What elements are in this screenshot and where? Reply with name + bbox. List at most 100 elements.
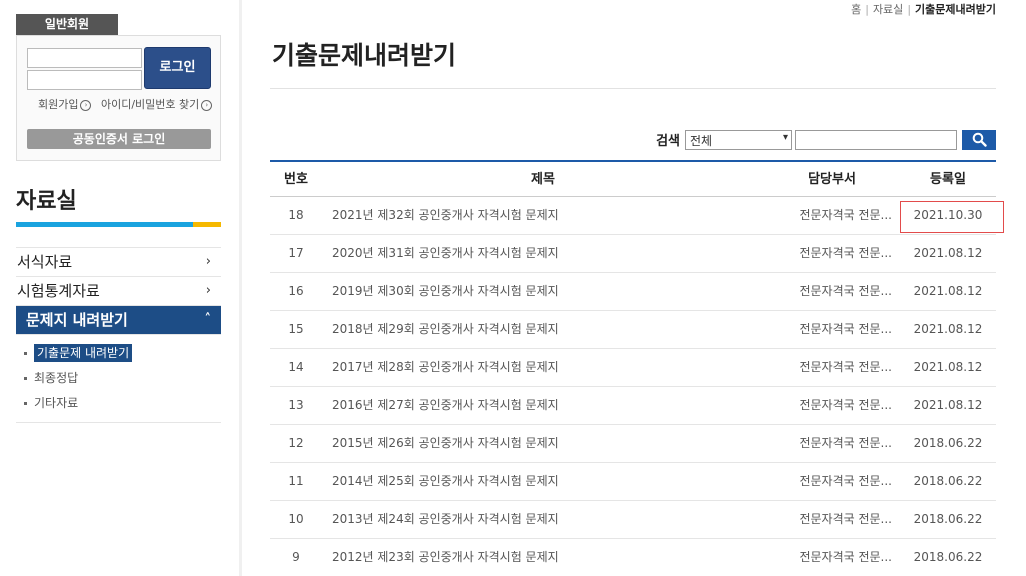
table-row[interactable]: 13 2016년 제27회 공인중개사 자격시험 문제지 전문자격국 전문... 20… [270, 387, 996, 425]
table-row[interactable]: 15 2018년 제29회 공인중개사 자격시험 문제지 전문자격국 전문... 20… [270, 311, 996, 349]
row-dept: 전문자격국 전문... [799, 474, 892, 488]
title-divider [270, 88, 996, 89]
row-dept: 전문자격국 전문... [799, 284, 892, 298]
row-no: 14 [288, 360, 304, 374]
row-no: 11 [288, 474, 304, 488]
sidebar-title: 자료실 [16, 189, 77, 214]
submenu-item-label: 최종정답 [34, 371, 79, 385]
row-date: 2021.08.12 [913, 398, 983, 412]
breadcrumb-separator: | [865, 3, 869, 16]
search-button[interactable] [962, 129, 996, 150]
row-dept: 전문자격국 전문... [799, 360, 892, 374]
table-row[interactable]: 9 2012년 제23회 공인중개사 자격시험 문제지 전문자격국 전문... 201… [270, 539, 996, 576]
title-underline [16, 222, 221, 227]
join-link[interactable]: 회원가입 [38, 98, 78, 111]
row-title-link[interactable]: 2012년 제23회 공인중개사 자격시험 문제지 [322, 539, 764, 576]
table-header: 번호 제목 담당부서 등록일 [270, 162, 996, 197]
row-date: 2021.08.12 [913, 322, 983, 336]
row-title-link[interactable]: 2020년 제31회 공인중개사 자격시험 문제지 [322, 235, 764, 272]
row-dept: 전문자격국 전문... [799, 398, 892, 412]
breadcrumb-section[interactable]: 자료실 [873, 3, 903, 16]
bullet-icon [24, 402, 27, 405]
table-row[interactable]: 16 2019년 제30회 공인중개사 자격시험 문제지 전문자격국 전문... 20… [270, 273, 996, 311]
page-title: 기출문제내려받기 [272, 41, 457, 70]
row-no: 15 [288, 322, 304, 336]
find-account-link[interactable]: 아이디/비밀번호 찾기 [101, 98, 199, 111]
login-box: 로그인 회원가입 › 아이디/비밀번호 찾기 › 공동인증서 로그인 [16, 35, 221, 161]
sidebar-item-label: 문제지 내려받기 [26, 311, 128, 329]
search-label: 검색 [656, 134, 680, 149]
sidebar-item-exam-download[interactable]: 문제지 내려받기 ˄ [16, 306, 221, 335]
row-no: 10 [288, 512, 304, 526]
header-dept: 담당부서 [808, 172, 856, 187]
password-input[interactable] [27, 70, 142, 90]
search-input[interactable] [795, 129, 957, 150]
row-dept: 전문자격국 전문... [799, 512, 892, 526]
row-dept: 전문자격국 전문... [799, 208, 892, 222]
submenu-item-label: 기타자료 [34, 396, 79, 410]
row-date: 2018.06.22 [913, 512, 983, 526]
bullet-icon [24, 352, 27, 355]
row-date: 2021.08.12 [913, 360, 983, 374]
exam-table: 번호 제목 담당부서 등록일 18 2021년 제32회 공인중개사 자격시험 문… [270, 160, 1004, 576]
sidebar-item-forms[interactable]: 서식자료 › [16, 248, 221, 277]
row-no: 12 [288, 436, 304, 450]
table-row[interactable]: 11 2014년 제25회 공인중개사 자격시험 문제지 전문자격국 전문... 20… [270, 463, 996, 501]
row-no: 18 [288, 208, 304, 222]
submenu-item-final-answers[interactable]: 최종정답 [24, 366, 221, 391]
row-title-link[interactable]: 2014년 제25회 공인중개사 자격시험 문제지 [322, 463, 764, 500]
arrow-circle-icon: › [80, 99, 92, 111]
table-row[interactable]: 14 2017년 제28회 공인중개사 자격시험 문제지 전문자격국 전문... 20… [270, 349, 996, 387]
row-title-link[interactable]: 2021년 제32회 공인중개사 자격시험 문제지 [322, 197, 764, 234]
row-date: 2018.06.22 [913, 550, 983, 564]
sidebar-submenu: 기출문제 내려받기 최종정답 기타자료 [16, 335, 221, 423]
arrow-circle-icon: › [201, 99, 213, 111]
search-category-select[interactable]: 전체 ▾ [685, 129, 792, 150]
table-row[interactable]: 12 2015년 제26회 공인중개사 자격시험 문제지 전문자격국 전문... 20… [270, 425, 996, 463]
row-title-link[interactable]: 2016년 제27회 공인중개사 자격시험 문제지 [322, 387, 764, 424]
chevron-right-icon: › [205, 283, 211, 298]
sidebar-item-label: 시험통계자료 [17, 282, 100, 300]
row-date: 2018.06.22 [913, 474, 983, 488]
row-no: 9 [292, 550, 300, 564]
row-dept: 전문자격국 전문... [799, 550, 892, 564]
login-button[interactable]: 로그인 [144, 47, 211, 89]
row-date: 2021.08.12 [913, 246, 983, 260]
table-row[interactable]: 17 2020년 제31회 공인중개사 자격시험 문제지 전문자격국 전문... 20… [270, 235, 996, 273]
search-icon [972, 132, 987, 147]
breadcrumb-current: 기출문제내려받기 [915, 3, 996, 16]
header-date: 등록일 [930, 172, 966, 187]
row-no: 13 [288, 398, 304, 412]
highlight-box [900, 201, 1004, 233]
submenu-item-past-exams[interactable]: 기출문제 내려받기 [24, 341, 221, 366]
sidebar-menu: 서식자료 › 시험통계자료 › 문제지 내려받기 ˄ 기출문제 내려받기 최종정… [16, 247, 221, 423]
row-title-link[interactable]: 2017년 제28회 공인중개사 자격시험 문제지 [322, 349, 764, 386]
row-dept: 전문자격국 전문... [799, 322, 892, 336]
breadcrumb: 홈 | 자료실 | 기출문제내려받기 [851, 1, 996, 17]
row-title-link[interactable]: 2018년 제29회 공인중개사 자격시험 문제지 [322, 311, 764, 348]
bullet-icon [24, 377, 27, 380]
row-no: 17 [288, 246, 304, 260]
row-dept: 전문자격국 전문... [799, 246, 892, 260]
row-dept: 전문자격국 전문... [799, 436, 892, 450]
row-date: 2018.06.22 [913, 436, 983, 450]
row-title-link[interactable]: 2013년 제24회 공인중개사 자격시험 문제지 [322, 501, 764, 538]
row-title-link[interactable]: 2019년 제30회 공인중개사 자격시험 문제지 [322, 273, 764, 310]
table-row[interactable]: 18 2021년 제32회 공인중개사 자격시험 문제지 전문자격국 전문... 20… [270, 197, 1004, 235]
cert-login-button[interactable]: 공동인증서 로그인 [27, 129, 211, 149]
chevron-down-icon: ▾ [782, 131, 788, 143]
row-date-cell: 2021.10.30 [900, 197, 1004, 234]
header-no: 번호 [284, 172, 308, 187]
login-tab[interactable]: 일반회원 [16, 14, 118, 35]
sidebar-item-label: 서식자료 [17, 253, 73, 271]
user-id-input[interactable] [27, 48, 142, 68]
submenu-item-other[interactable]: 기타자료 [24, 391, 221, 416]
sidebar-item-exam-stats[interactable]: 시험통계자료 › [16, 277, 221, 306]
row-no: 16 [288, 284, 304, 298]
row-date: 2021.08.12 [913, 284, 983, 298]
table-row[interactable]: 10 2013년 제24회 공인중개사 자격시험 문제지 전문자격국 전문... 20… [270, 501, 996, 539]
breadcrumb-separator: | [907, 3, 912, 16]
breadcrumb-home[interactable]: 홈 [851, 3, 861, 16]
row-title-link[interactable]: 2015년 제26회 공인중개사 자격시험 문제지 [322, 425, 764, 462]
login-links: 회원가입 › 아이디/비밀번호 찾기 › [38, 96, 218, 112]
